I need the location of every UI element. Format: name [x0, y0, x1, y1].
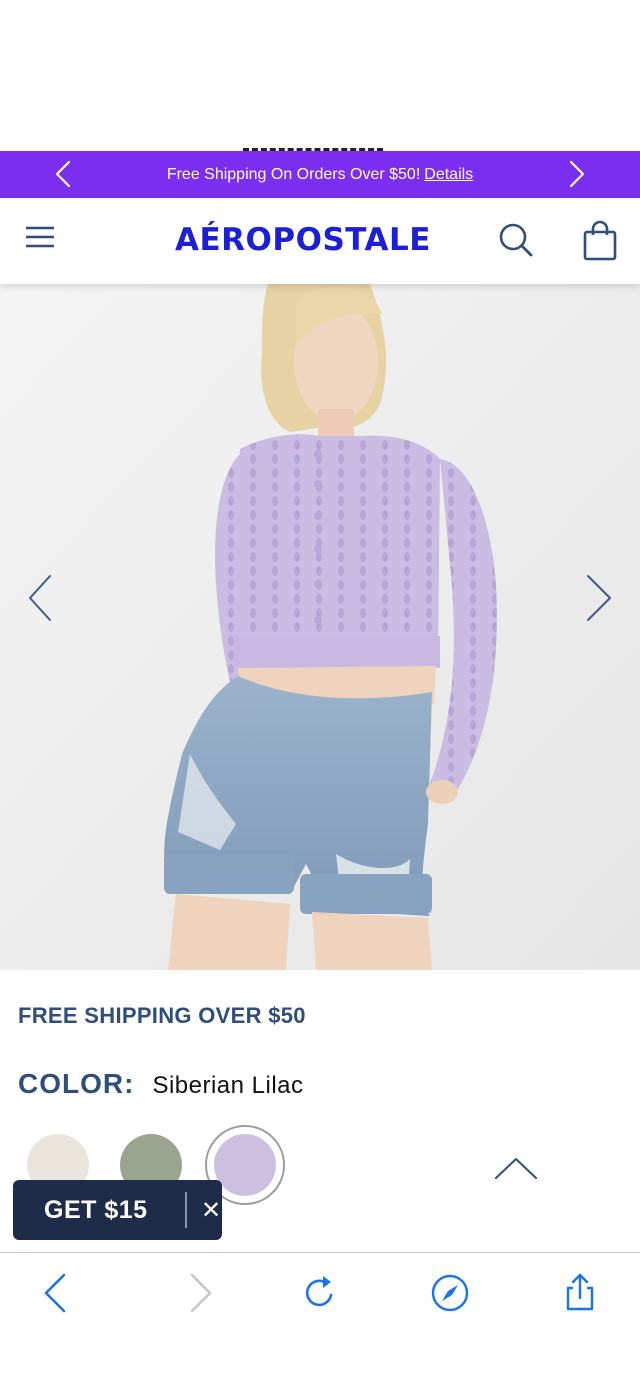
search-icon: [499, 223, 533, 257]
color-swatch-siberian-lilac[interactable]: [214, 1134, 276, 1196]
image-prev-button[interactable]: [22, 570, 62, 626]
shopping-bag-icon: [583, 220, 617, 261]
compass-icon: [431, 1274, 469, 1312]
offer-close-button[interactable]: ✕: [196, 1194, 226, 1226]
offer-divider: [185, 1192, 187, 1228]
chevron-left-icon: [55, 160, 71, 188]
share-icon: [566, 1273, 594, 1311]
chevron-left-icon: [29, 575, 51, 621]
site-header: AÉROPOSTALE: [0, 198, 640, 284]
page-top-area: [0, 0, 640, 151]
clipped-text-fragment: [243, 138, 393, 151]
promo-message: Free Shipping On Orders Over $50!: [166, 165, 421, 183]
browser-toolbar: [0, 1252, 640, 1386]
chevron-up-icon: [495, 1158, 537, 1179]
chevron-right-icon: [587, 575, 611, 621]
chevron-right-icon: [569, 160, 585, 188]
shopping-bag-button[interactable]: [580, 220, 620, 262]
product-image[interactable]: [0, 284, 640, 970]
promo-banner: Free Shipping On Orders Over $50! Detail…: [0, 151, 640, 198]
hamburger-menu-icon: [26, 226, 54, 248]
selected-color-name: Siberian Lilac: [152, 1072, 304, 1099]
color-selector-heading: COLOR: Siberian Lilac: [18, 1068, 304, 1100]
promo-next-button[interactable]: [562, 159, 592, 189]
browser-reload-button[interactable]: [298, 1271, 342, 1315]
forward-arrow-icon: [190, 1273, 212, 1313]
browser-compass-button[interactable]: [428, 1271, 472, 1315]
scroll-to-top-button[interactable]: [492, 1150, 540, 1186]
offer-popup: GET $15 ✕: [13, 1180, 222, 1240]
browser-share-button[interactable]: [558, 1271, 602, 1315]
search-button[interactable]: [496, 220, 536, 260]
promo-prev-button[interactable]: [48, 159, 78, 189]
browser-back-button[interactable]: [36, 1271, 80, 1315]
reload-icon: [305, 1276, 333, 1307]
get-offer-button[interactable]: GET $15: [44, 1196, 148, 1225]
product-photo: [0, 284, 640, 970]
color-label: COLOR:: [18, 1068, 135, 1099]
browser-forward-button[interactable]: [178, 1271, 222, 1315]
back-arrow-icon: [44, 1273, 66, 1313]
image-next-button[interactable]: [580, 570, 620, 626]
free-shipping-note: FREE SHIPPING OVER $50: [18, 1003, 306, 1028]
menu-button[interactable]: [22, 222, 58, 254]
brand-logo[interactable]: AÉROPOSTALE: [152, 218, 454, 262]
promo-details-link[interactable]: Details: [424, 166, 473, 184]
